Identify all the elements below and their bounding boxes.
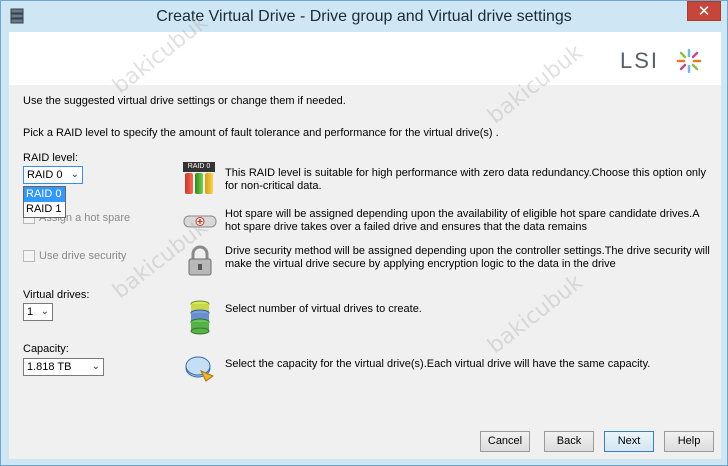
hot-spare-description: Hot spare will be assigned depending upo… bbox=[225, 208, 699, 233]
drive-security-checkbox[interactable] bbox=[23, 250, 35, 262]
raid-option-0[interactable]: RAID 0 bbox=[24, 187, 65, 202]
starburst-icon bbox=[676, 48, 702, 74]
lsi-logo: LSI bbox=[620, 48, 710, 74]
virtual-drives-description: Select number of virtual drives to creat… bbox=[225, 303, 422, 315]
virtual-drives-select[interactable]: 1 ⌄ bbox=[23, 303, 53, 321]
raid-level-dropdown-list: RAID 0 RAID 1 bbox=[23, 186, 66, 218]
title-bar[interactable]: Create Virtual Drive - Drive group and V… bbox=[1, 1, 727, 32]
back-button[interactable]: Back bbox=[544, 431, 594, 452]
window-title: Create Virtual Drive - Drive group and V… bbox=[156, 8, 572, 25]
next-button[interactable]: Next bbox=[604, 431, 654, 452]
chevron-down-icon: ⌄ bbox=[91, 361, 100, 372]
close-button[interactable]: ✕ bbox=[687, 1, 721, 21]
drive-security-label: Use drive security bbox=[39, 250, 127, 262]
security-description: Drive security method will be assigned d… bbox=[225, 245, 710, 270]
header-band: LSI bbox=[9, 32, 721, 85]
raid-0-icon: RAID 0 bbox=[183, 162, 217, 196]
raid-level-select[interactable]: RAID 0 ⌄ bbox=[23, 166, 83, 184]
hot-spare-drive-icon bbox=[183, 215, 217, 228]
raid-description: This RAID level is suitable for high per… bbox=[225, 167, 706, 192]
raid-level-label: RAID level: bbox=[23, 152, 79, 164]
dialog-content: LSI Use the suggested virtual drive sett… bbox=[9, 10, 721, 459]
intro-text: Use the suggested virtual drive settings… bbox=[23, 95, 346, 107]
dialog-window: Create Virtual Drive - Drive group and V… bbox=[0, 0, 728, 466]
lock-icon bbox=[188, 245, 212, 276]
virtual-drives-label: Virtual drives: bbox=[23, 289, 90, 301]
database-stack-icon bbox=[190, 300, 210, 335]
capacity-label: Capacity: bbox=[23, 343, 69, 355]
capacity-select[interactable]: 1.818 TB ⌄ bbox=[23, 358, 104, 376]
raid-option-1[interactable]: RAID 1 bbox=[24, 202, 65, 217]
pick-raid-text: Pick a RAID level to specify the amount … bbox=[23, 127, 499, 139]
cancel-button[interactable]: Cancel bbox=[480, 431, 530, 452]
capacity-description: Select the capacity for the virtual driv… bbox=[225, 358, 651, 370]
chevron-down-icon: ⌄ bbox=[40, 306, 49, 317]
capacity-disk-icon bbox=[185, 356, 215, 382]
help-button[interactable]: Help bbox=[664, 431, 714, 452]
chevron-down-icon: ⌄ bbox=[70, 169, 79, 180]
